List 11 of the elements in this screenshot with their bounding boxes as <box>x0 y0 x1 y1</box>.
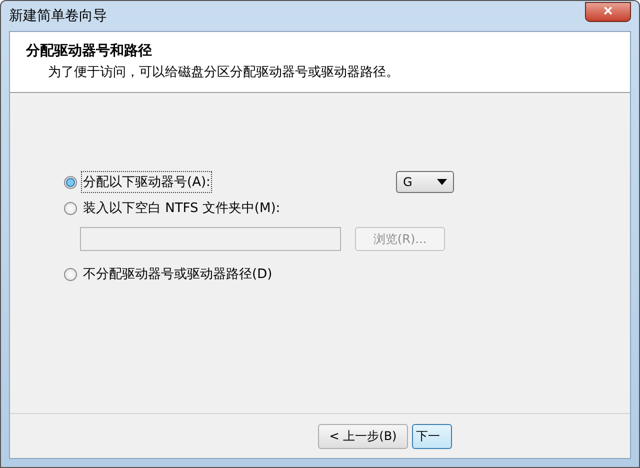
page-description: 为了便于访问，可以给磁盘分区分配驱动器号或驱动器路径。 <box>47 64 400 81</box>
radio-button[interactable] <box>64 176 77 188</box>
radio-button[interactable] <box>64 268 77 280</box>
next-button[interactable]: 下一 <box>412 424 452 448</box>
page-heading: 分配驱动器号和路径 <box>26 42 153 60</box>
option-label[interactable]: 分配以下驱动器号(A): <box>81 171 212 193</box>
drive-letter-dropdown[interactable]: G <box>396 171 454 193</box>
window-title: 新建简单卷向导 <box>9 7 107 25</box>
caret-icon <box>437 179 447 185</box>
back-button[interactable]: < 上一步(B) <box>318 424 408 448</box>
option-label[interactable]: 不分配驱动器号或驱动器路径(D) <box>81 263 274 285</box>
